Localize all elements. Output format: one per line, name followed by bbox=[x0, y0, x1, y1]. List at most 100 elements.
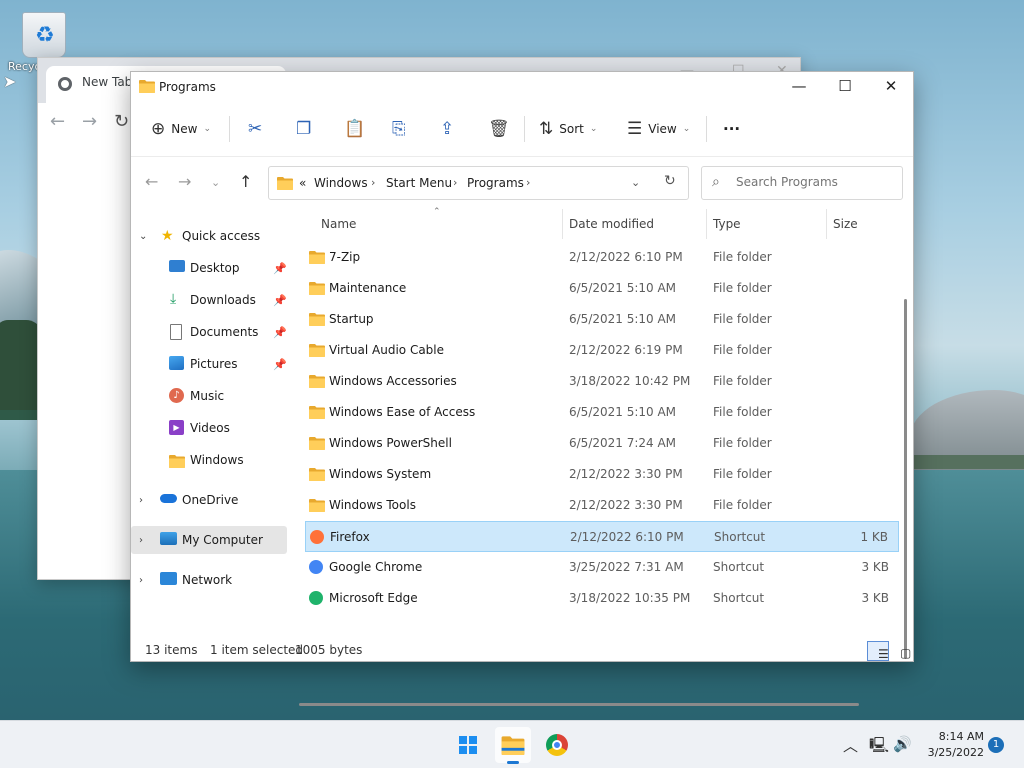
column-header-size[interactable]: Size bbox=[833, 217, 858, 231]
expand-chevron-right-icon[interactable]: › bbox=[139, 575, 143, 586]
column-header-type[interactable]: Type bbox=[713, 217, 741, 231]
nav-videos[interactable]: ▶ Videos bbox=[131, 414, 287, 442]
taskbar-chrome[interactable] bbox=[539, 727, 575, 763]
vertical-scrollbar[interactable] bbox=[904, 299, 907, 659]
start-button[interactable] bbox=[450, 727, 486, 763]
expand-chevron-down-icon[interactable]: ⌄ bbox=[139, 231, 147, 242]
up-arrow-icon[interactable]: ↑ bbox=[239, 172, 252, 191]
refresh-icon[interactable]: ↻ bbox=[664, 173, 676, 189]
file-row[interactable]: Maintenance 6/5/2021 5:10 AM File folder bbox=[305, 273, 899, 304]
folder-icon bbox=[309, 498, 325, 512]
file-date: 6/5/2021 5:10 AM bbox=[569, 281, 677, 295]
recycle-bin-icon: ♻ bbox=[22, 12, 66, 58]
breadcrumb-windows[interactable]: Windows bbox=[314, 176, 368, 190]
cut-button[interactable]: ✂ bbox=[248, 116, 262, 142]
folder-icon bbox=[309, 250, 325, 264]
address-history-chevron-icon[interactable]: ⌄ bbox=[631, 176, 640, 189]
pin-icon: 📌 bbox=[273, 261, 287, 275]
nav-documents[interactable]: Documents 📌 bbox=[131, 318, 287, 346]
search-box[interactable]: ⌕ bbox=[701, 166, 903, 200]
nav-my-computer[interactable]: › My Computer bbox=[131, 526, 287, 554]
music-icon: ♪ bbox=[169, 388, 184, 403]
file-row[interactable]: Startup 6/5/2021 5:10 AM File folder bbox=[305, 304, 899, 335]
breadcrumb-chevron-icon[interactable]: › bbox=[371, 176, 375, 189]
notification-badge[interactable]: 1 bbox=[988, 737, 1004, 753]
breadcrumb-start-menu[interactable]: Start Menu bbox=[386, 176, 452, 190]
file-type: File folder bbox=[713, 467, 772, 481]
file-row[interactable]: Firefox 2/12/2022 6:10 PM Shortcut 1 KB bbox=[305, 521, 899, 552]
volume-icon[interactable]: 🔊 bbox=[893, 735, 912, 753]
nav-quick-access[interactable]: ⌄ ★ Quick access bbox=[131, 222, 287, 250]
minimize-button[interactable]: — bbox=[776, 72, 822, 102]
nav-label: Downloads bbox=[190, 293, 256, 307]
column-header-date[interactable]: Date modified bbox=[569, 217, 654, 231]
file-row[interactable]: Google Chrome 3/25/2022 7:31 AM Shortcut 3 … bbox=[305, 552, 899, 583]
details-view-button[interactable]: ☰ bbox=[867, 641, 889, 661]
file-row[interactable]: Windows Accessories 3/18/2022 10:42 PM Fil… bbox=[305, 366, 899, 397]
nav-onedrive[interactable]: › OneDrive bbox=[131, 486, 287, 514]
nav-network[interactable]: › Network bbox=[131, 566, 287, 594]
file-row[interactable]: Windows PowerShell 6/5/2021 7:24 AM File f… bbox=[305, 428, 899, 459]
file-type: File folder bbox=[713, 343, 772, 357]
folder-icon bbox=[501, 736, 525, 755]
file-row[interactable]: Windows System 2/12/2022 3:30 PM File fold… bbox=[305, 459, 899, 490]
expand-chevron-right-icon[interactable]: › bbox=[139, 495, 143, 506]
file-row[interactable]: Windows Ease of Access 6/5/2021 5:10 AM Fi… bbox=[305, 397, 899, 428]
breadcrumb-overflow[interactable]: « bbox=[299, 176, 306, 190]
file-row[interactable]: Windows Tools 2/12/2022 3:30 PM File folde… bbox=[305, 490, 899, 521]
tiles-view-button[interactable]: ▢ bbox=[889, 641, 911, 661]
breadcrumb-chevron-icon[interactable]: › bbox=[526, 176, 530, 189]
shortcut-icon bbox=[310, 530, 324, 544]
chrome-back-icon[interactable]: ← bbox=[50, 111, 65, 132]
file-row[interactable]: Microsoft Edge 3/18/2022 10:35 PM Shortcut… bbox=[305, 583, 899, 614]
share-button[interactable]: ⇪ bbox=[440, 116, 454, 142]
nav-music[interactable]: ♪ Music bbox=[131, 382, 287, 410]
column-divider[interactable] bbox=[706, 209, 707, 239]
new-button[interactable]: ⊕ New ⌄ bbox=[151, 116, 211, 142]
folder-icon bbox=[309, 467, 325, 481]
explorer-titlebar[interactable]: Programs — ☐ ✕ bbox=[131, 72, 913, 102]
file-row[interactable]: Virtual Audio Cable 2/12/2022 6:19 PM File… bbox=[305, 335, 899, 366]
sort-button[interactable]: ⇅ Sort ⌄ bbox=[539, 116, 597, 142]
delete-button[interactable]: 🗑 bbox=[488, 116, 510, 142]
chrome-forward-icon[interactable]: → bbox=[82, 111, 97, 132]
file-row[interactable]: 7-Zip 2/12/2022 6:10 PM File folder bbox=[305, 242, 899, 273]
nav-windows-folder[interactable]: Windows bbox=[131, 446, 287, 474]
nav-label: Pictures bbox=[190, 357, 238, 371]
copy-button[interactable]: ❐ bbox=[296, 116, 311, 142]
address-bar[interactable]: « Windows › Start Menu › Programs › ⌄ ↻ bbox=[268, 166, 689, 200]
column-divider[interactable] bbox=[562, 209, 563, 239]
horizontal-scrollbar[interactable] bbox=[299, 703, 859, 706]
nav-label: Documents bbox=[190, 325, 259, 339]
maximize-button[interactable]: ☐ bbox=[822, 72, 868, 102]
view-button[interactable]: ☰ View ⌄ bbox=[627, 116, 690, 142]
search-input[interactable] bbox=[736, 175, 896, 189]
close-button[interactable]: ✕ bbox=[868, 72, 914, 102]
back-arrow-icon[interactable]: ← bbox=[145, 172, 158, 191]
chrome-reload-icon[interactable]: ↻ bbox=[114, 111, 129, 132]
paste-button[interactable]: 📋 bbox=[344, 116, 365, 142]
clock-time: 8:14 AM bbox=[938, 730, 984, 743]
taskbar-file-explorer[interactable] bbox=[495, 727, 531, 764]
column-divider[interactable] bbox=[826, 209, 827, 239]
system-clock[interactable]: 8:14 AM 3/25/2022 bbox=[920, 729, 984, 761]
nav-desktop[interactable]: Desktop 📌 bbox=[131, 254, 287, 282]
network-status-icon[interactable]: 🖳 bbox=[869, 735, 889, 760]
sort-button-label: Sort bbox=[559, 122, 584, 136]
breadcrumb-chevron-icon[interactable]: › bbox=[453, 176, 457, 189]
shortcut-icon bbox=[309, 560, 323, 574]
file-name: Maintenance bbox=[329, 281, 407, 295]
forward-arrow-icon[interactable]: → bbox=[178, 172, 191, 191]
more-options-button[interactable]: ··· bbox=[723, 116, 740, 142]
rename-button[interactable]: ⎘ bbox=[392, 116, 406, 142]
breadcrumb-programs[interactable]: Programs bbox=[467, 176, 524, 190]
nav-downloads[interactable]: ⤓ Downloads 📌 bbox=[131, 286, 287, 314]
show-hidden-icons-chevron-icon[interactable]: ︿ bbox=[843, 735, 858, 756]
column-header-name[interactable]: Name bbox=[321, 217, 356, 231]
file-type: File folder bbox=[713, 405, 772, 419]
view-list-icon: ☰ bbox=[627, 119, 643, 139]
recent-locations-chevron-icon[interactable]: ⌄ bbox=[211, 176, 220, 189]
expand-chevron-right-icon[interactable]: › bbox=[139, 535, 143, 546]
pin-icon: 📌 bbox=[273, 293, 287, 307]
nav-pictures[interactable]: Pictures 📌 bbox=[131, 350, 287, 378]
